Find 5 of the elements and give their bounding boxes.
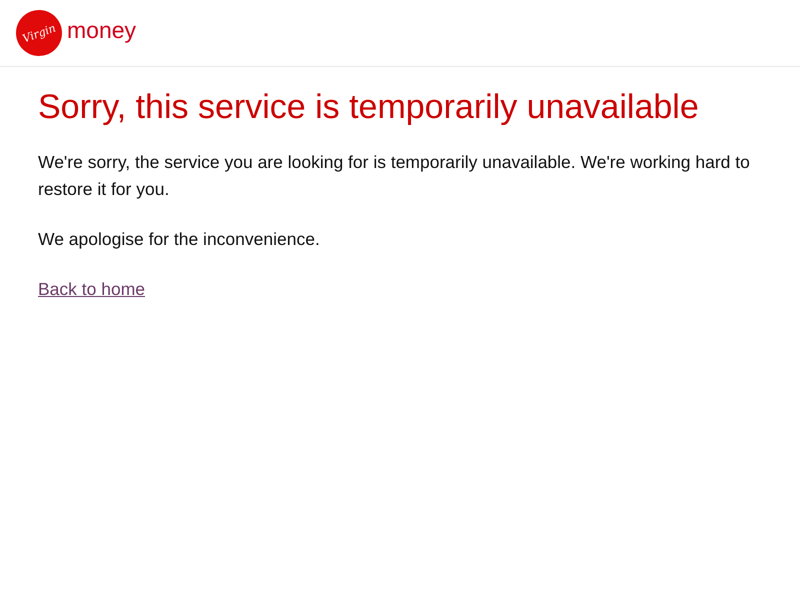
page-title: Sorry, this service is temporarily unavailable — [38, 87, 700, 127]
logo-text: money — [67, 16, 136, 44]
message-paragraph: We're sorry, the service you are looking for is temporarily unavailable. We're working hard to restore it for you. — [38, 151, 751, 201]
back-to-home-link[interactable]: Back to home — [38, 279, 145, 299]
message-paragraph: We apologise for the inconvenience. — [38, 228, 321, 251]
